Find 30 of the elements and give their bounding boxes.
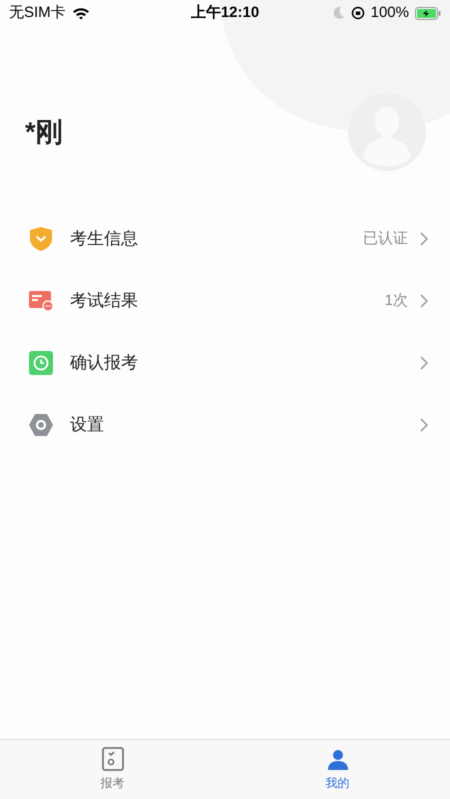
time-text: 上午12:10 — [190, 2, 260, 23]
settings-icon — [29, 414, 53, 436]
menu-label: 确认报考 — [70, 352, 138, 374]
chevron-icon — [420, 294, 428, 308]
shield-icon — [30, 227, 52, 251]
user-name: *刚 — [25, 116, 63, 149]
menu-row[interactable]: 考试结果 1次 — [0, 270, 450, 332]
chevron-icon — [420, 232, 428, 246]
person-icon — [326, 747, 350, 771]
carrier-text: 无SIM卡 — [9, 2, 66, 23]
card-icon — [29, 291, 53, 311]
tab-button[interactable]: 我的 — [225, 740, 450, 799]
menu-label: 考生信息 — [70, 228, 138, 250]
battery-text: 100% — [370, 2, 409, 23]
checklist-icon — [102, 747, 124, 771]
menu-label: 考试结果 — [70, 290, 138, 312]
rotation-lock-icon — [350, 6, 365, 20]
menu-label: 设置 — [70, 414, 104, 436]
moon-icon — [332, 6, 345, 20]
menu-row[interactable]: 设置 — [0, 394, 450, 456]
menu-value: 已认证 — [363, 228, 408, 249]
clock-icon — [29, 351, 53, 375]
chevron-icon — [420, 418, 428, 432]
wifi-icon — [72, 6, 90, 20]
menu-row[interactable]: 考生信息 已认证 — [0, 208, 450, 270]
menu-row[interactable]: 确认报考 — [0, 332, 450, 394]
battery-icon — [415, 6, 441, 20]
menu-value: 1次 — [384, 290, 408, 311]
tab-button[interactable]: 报考 — [0, 740, 225, 799]
chevron-icon — [420, 356, 428, 370]
